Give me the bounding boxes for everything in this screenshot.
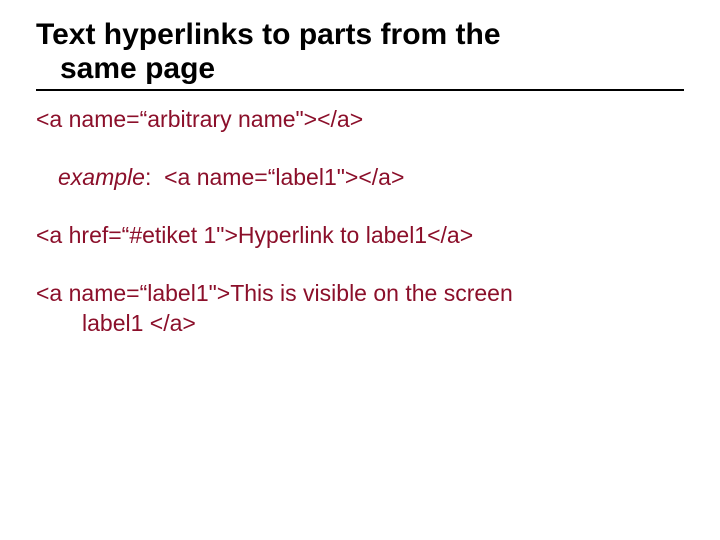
slide-title: Text hyperlinks to parts from the same p… — [36, 18, 684, 85]
title-underline — [36, 89, 684, 91]
example-colon: : — [145, 164, 164, 190]
code-line-href: <a href=“#etiket 1">Hyperlink to label1<… — [36, 221, 684, 251]
slide: Text hyperlinks to parts from the same p… — [0, 0, 720, 339]
code-line-anchor-syntax: <a name=“arbitrary name"></a> — [36, 105, 684, 135]
example-label: example — [58, 164, 145, 190]
visible-anchor-line1: <a name=“label1">This is visible on the … — [36, 280, 513, 306]
example-code: <a name=“label1"></a> — [164, 164, 404, 190]
code-line-example: example: <a name=“label1"></a> — [36, 163, 684, 193]
visible-anchor-line2: label1 </a> — [36, 310, 196, 336]
title-line-1: Text hyperlinks to parts from the — [36, 18, 501, 51]
code-line-visible-anchor: <a name=“label1">This is visible on the … — [36, 279, 684, 339]
title-line-2: same page — [36, 52, 215, 85]
